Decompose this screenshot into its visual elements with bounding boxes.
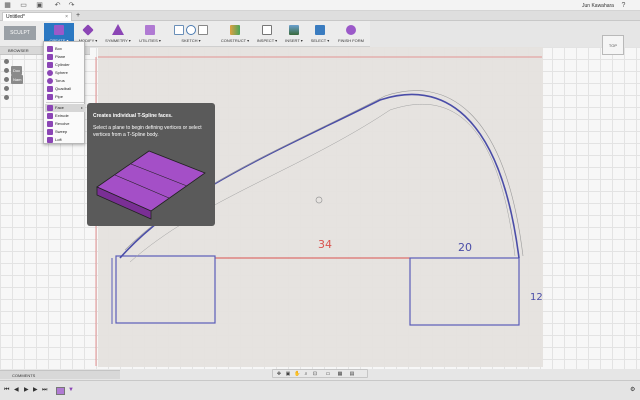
timeline-bar: ⏮ ◀ ▶ ▶ ⏭ ▼ ⚙ [0, 380, 640, 400]
utilities-menu-button[interactable]: UTILITIES ▾ [136, 23, 164, 45]
create-dropdown-menu: Box Plane Cylinder Sphere Torus Quadball… [43, 41, 85, 144]
browser-node-document-settings[interactable]: Doc [4, 66, 44, 75]
plane-icon [47, 54, 53, 60]
dimension-20: 20 [458, 241, 472, 254]
orbit-icon[interactable]: ✥ [276, 371, 282, 377]
browser-node-canvases[interactable] [4, 93, 44, 102]
symmetry-label: SYMMETRY ▾ [105, 38, 131, 43]
box-icon [47, 46, 53, 52]
pan-icon[interactable]: ✋ [294, 371, 300, 377]
sphere-icon [47, 70, 53, 76]
expand-arrow-icon: ▸ [80, 105, 83, 110]
timeline-feature-canvas[interactable] [56, 387, 65, 395]
insert-menu-button[interactable]: INSERT ▾ [283, 23, 305, 45]
sketch-menu-button[interactable]: SKETCH ▾ [166, 23, 216, 45]
select-menu-button[interactable]: SELECT ▾ [309, 23, 331, 45]
sketch-rectangle-right [409, 257, 520, 326]
construct-menu-button[interactable]: CONSTRUCT ▾ [219, 23, 251, 45]
insert-label: INSERT ▾ [285, 38, 303, 43]
sketch-rectangle-left [115, 255, 216, 324]
timeline-next-icon[interactable]: ▶ [33, 387, 38, 394]
construct-plane-icon [230, 24, 240, 35]
menu-item-extrude[interactable]: Extrude [45, 112, 85, 120]
tspline-face-preview-icon [96, 150, 206, 220]
grid-settings-icon[interactable]: ▦ [337, 371, 343, 377]
select-label: SELECT ▾ [310, 38, 330, 43]
symmetry-icon [112, 24, 124, 35]
menu-item-torus[interactable]: Torus [45, 77, 85, 85]
comments-title: COMMENTS [12, 373, 36, 378]
menu-item-pipe[interactable]: Pipe [45, 93, 85, 101]
menu-separator [46, 102, 84, 103]
construct-label: CONSTRUCT ▾ [220, 38, 250, 43]
view-cube[interactable]: TOP [602, 35, 624, 55]
finish-form-label: FINISH FORM [338, 38, 364, 43]
create-icon [54, 24, 64, 35]
sketch-arc-icon [186, 24, 196, 35]
utilities-icon [145, 24, 155, 35]
torus-icon [47, 78, 53, 84]
dimension-12: 12 [530, 292, 543, 303]
stop-sketch-icon [198, 24, 208, 35]
workspace-switcher[interactable]: SCULPT [4, 26, 36, 40]
dimension-34: 34 [318, 238, 332, 251]
settings-icon[interactable]: ⚙ [630, 387, 635, 394]
insert-image-icon [289, 24, 299, 35]
menu-item-plane[interactable]: Plane [45, 53, 85, 61]
fit-icon[interactable]: ⊡ [312, 371, 318, 377]
display-settings-icon[interactable]: ▭ [325, 371, 331, 377]
measure-icon [262, 24, 272, 35]
navigation-bar: ✥ ▣ ✋ ⌕ ⊡ ▭ ▦ ▤ [272, 369, 368, 378]
quadball-icon [47, 86, 53, 92]
timeline-start-icon[interactable]: ⏮ [4, 387, 9, 394]
face-tooltip: Creates individual T-Spline faces. Selec… [87, 103, 215, 226]
menu-item-revolve[interactable]: Revolve [45, 120, 85, 128]
symmetry-menu-button[interactable]: SYMMETRY ▾ [103, 23, 133, 45]
finish-form-icon [346, 24, 356, 35]
origin-marker [315, 196, 323, 204]
extrude-icon [47, 113, 53, 119]
menu-item-sweep[interactable]: Sweep [45, 128, 85, 136]
cylinder-icon [47, 62, 53, 68]
modify-icon [82, 23, 94, 36]
menu-item-sphere[interactable]: Sphere [45, 69, 85, 77]
timeline-play-icon[interactable]: ▶ [24, 387, 29, 394]
menu-item-cylinder[interactable]: Cylinder [45, 61, 85, 69]
look-at-icon[interactable]: ▣ [285, 371, 291, 377]
browser-node-named-views[interactable]: Nam [4, 75, 44, 84]
finish-form-button[interactable]: FINISH FORM [335, 23, 367, 45]
timeline-prev-icon[interactable]: ◀ [14, 387, 19, 394]
comments-panel[interactable]: COMMENTS [0, 370, 120, 379]
zoom-icon[interactable]: ⌕ [303, 371, 309, 377]
menu-item-box[interactable]: Box [45, 45, 85, 53]
tooltip-body: Select a plane to begin defining vertice… [93, 125, 202, 138]
utilities-label: UTILITIES ▾ [139, 38, 161, 43]
browser-title: BROWSER [8, 48, 29, 53]
menu-item-quadball[interactable]: Quadball [45, 85, 85, 93]
viewport-settings-icon[interactable]: ▤ [349, 371, 355, 377]
sweep-icon [47, 129, 53, 135]
tooltip-title: Creates individual T-Spline faces. [93, 113, 173, 119]
pipe-icon [47, 94, 53, 100]
select-arrow-icon [315, 24, 325, 35]
sketch-label: SKETCH ▾ [181, 38, 201, 43]
create-sketch-icon [174, 24, 184, 35]
browser-node-origin[interactable] [4, 84, 44, 93]
revolve-icon [47, 121, 53, 127]
face-icon [47, 105, 53, 111]
menu-item-face[interactable]: Face ▸ [45, 104, 85, 112]
inspect-label: INSPECT ▾ [256, 38, 278, 43]
menu-item-loft[interactable]: Loft [45, 136, 85, 144]
loft-icon [47, 137, 53, 143]
inspect-menu-button[interactable]: INSPECT ▾ [254, 23, 280, 45]
browser-node-root[interactable] [4, 57, 44, 66]
timeline-end-icon[interactable]: ⏭ [42, 387, 47, 394]
timeline-marker-icon[interactable]: ▼ [68, 387, 74, 394]
